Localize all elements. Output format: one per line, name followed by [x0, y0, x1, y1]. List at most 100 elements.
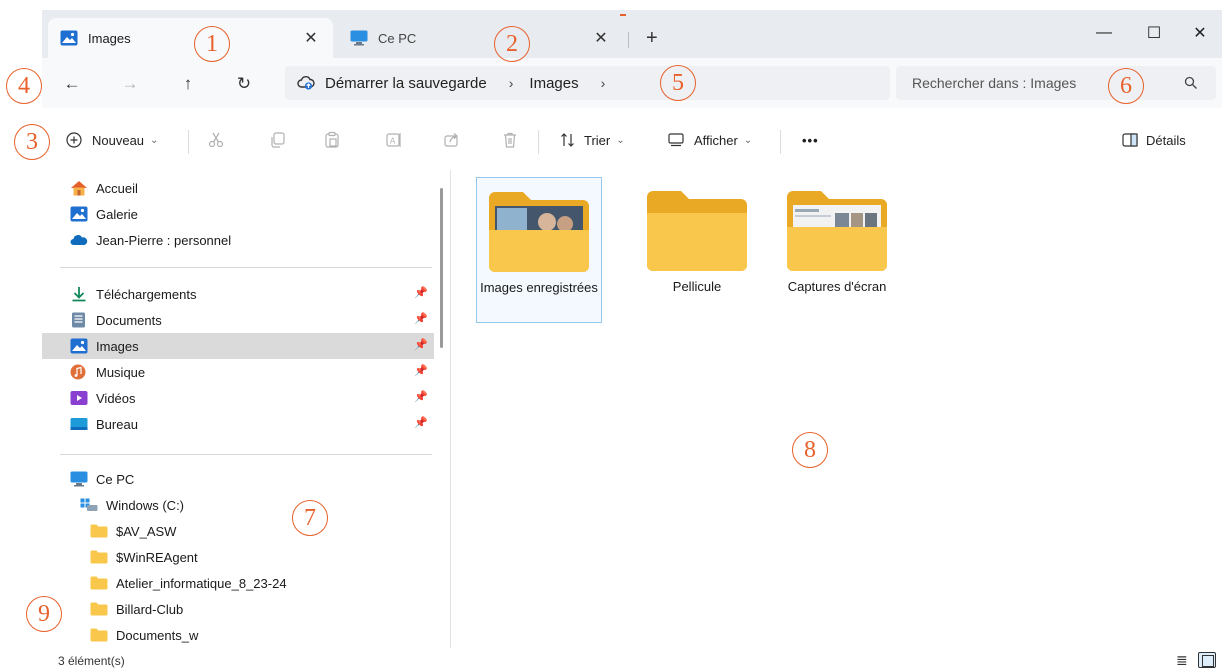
sidebar-item-videos[interactable]: Vidéos 📌: [42, 385, 434, 411]
rename-icon[interactable]: A: [384, 130, 404, 150]
home-icon: [70, 180, 88, 196]
new-button[interactable]: Nouveau ⌄: [66, 128, 158, 152]
monitor-icon: [70, 471, 88, 487]
sidebar-item-this-pc[interactable]: Ce PC: [42, 466, 434, 492]
delete-icon[interactable]: [500, 130, 520, 150]
status-bar: 3 élément(s) ≣: [42, 652, 1222, 670]
annotation-8: 8: [792, 432, 828, 468]
breadcrumb-chevron-icon[interactable]: ›: [509, 75, 514, 91]
folder-pellicule[interactable]: Pellicule: [634, 177, 760, 323]
folder-label: Captures d'écran: [787, 279, 887, 294]
copy-icon[interactable]: [268, 130, 288, 150]
tab-separator: [628, 32, 629, 48]
tab-ce-pc-close-icon[interactable]: ✕: [591, 28, 611, 48]
sidebar-folder[interactable]: Documents_w: [42, 622, 434, 648]
sidebar-item-downloads[interactable]: Téléchargements 📌: [42, 281, 434, 307]
images-folder-icon: [70, 338, 88, 354]
sidebar-item-label: Images: [96, 338, 139, 354]
share-icon[interactable]: [442, 130, 462, 150]
videos-icon: [70, 390, 88, 406]
cloud-backup-icon: [297, 76, 315, 90]
pin-icon[interactable]: 📌: [414, 364, 428, 377]
new-tab-button[interactable]: +: [646, 28, 658, 48]
annotation-6: 6: [1108, 68, 1144, 104]
sidebar-item-desktop[interactable]: Bureau 📌: [42, 411, 434, 437]
sidebar-folder[interactable]: $AV_ASW: [42, 518, 434, 544]
maximize-button[interactable]: ☐: [1134, 20, 1174, 46]
pane-divider[interactable]: [450, 170, 451, 648]
sidebar-folder[interactable]: $WinREAgent: [42, 544, 434, 570]
tab-ce-pc-label: Ce PC: [378, 30, 417, 46]
pin-icon[interactable]: 📌: [414, 416, 428, 429]
sidebar-item-documents[interactable]: Documents 📌: [42, 307, 434, 333]
tab-images-close-icon[interactable]: ✕: [301, 28, 321, 48]
view-button-label: Afficher: [694, 132, 738, 148]
sidebar-item-images[interactable]: Images 📌: [42, 333, 434, 359]
tiles-view-icon[interactable]: [1198, 652, 1216, 668]
chevron-down-icon: ⌄: [150, 134, 159, 146]
minimize-button[interactable]: —: [1084, 20, 1124, 46]
sort-button[interactable]: Trier ⌄: [560, 128, 625, 152]
view-button[interactable]: Afficher ⌄: [668, 128, 752, 152]
folder-icon: [90, 601, 108, 617]
back-button[interactable]: ←: [60, 72, 84, 96]
close-window-button[interactable]: ✕: [1180, 20, 1220, 46]
refresh-button[interactable]: ↻: [232, 72, 256, 96]
sidebar-item-onedrive[interactable]: Jean-Pierre : personnel: [42, 227, 434, 253]
navigation-pane: Accueil Galerie Jean-Pierre : personnel …: [42, 170, 438, 648]
folder-label: Images enregistrées: [480, 280, 598, 295]
sidebar-item-home[interactable]: Accueil: [42, 175, 434, 201]
view-layout-icon: [668, 133, 684, 147]
music-icon: [70, 364, 88, 380]
up-button[interactable]: ↑: [176, 72, 200, 96]
search-icon[interactable]: [1184, 76, 1198, 90]
command-separator: [188, 130, 189, 154]
folder-icon: [647, 191, 747, 271]
pin-icon[interactable]: 📌: [414, 390, 428, 403]
forward-button[interactable]: →: [118, 72, 142, 96]
folder-with-photo-icon: [489, 192, 589, 272]
command-bar: Nouveau ⌄ A Trier ⌄ Afficher ⌄ ••• Détai…: [42, 116, 1222, 164]
paste-icon[interactable]: [322, 130, 342, 150]
breadcrumb[interactable]: Démarrer la sauvegarde › Images ›: [285, 66, 890, 100]
breadcrumb-chevron-icon[interactable]: ›: [601, 75, 606, 91]
folder-captures[interactable]: Captures d'écran: [774, 177, 900, 323]
search-box[interactable]: [896, 66, 1216, 100]
sidebar-folder[interactable]: Billard-Club: [42, 596, 434, 622]
tab-images[interactable]: Images ✕: [48, 18, 333, 58]
folder-images-enregistrees[interactable]: Images enregistrées: [476, 177, 602, 323]
download-icon: [70, 286, 88, 302]
sidebar-item-music[interactable]: Musique 📌: [42, 359, 434, 385]
sidebar-scrollbar[interactable]: [440, 188, 443, 348]
images-folder-icon: [60, 30, 78, 46]
pin-icon[interactable]: 📌: [414, 286, 428, 299]
content-area[interactable]: Images enregistrées Pellicule Captures d…: [452, 170, 1222, 648]
sidebar-folder[interactable]: Atelier_informatique_8_23-24: [42, 570, 434, 596]
sidebar-item-label: Billard-Club: [116, 601, 184, 617]
onedrive-cloud-icon: [70, 232, 88, 248]
sidebar-item-label: Ce PC: [96, 471, 135, 487]
tab-ce-pc[interactable]: Ce PC ✕: [338, 18, 623, 58]
breadcrumb-item-backup[interactable]: Démarrer la sauvegarde: [325, 75, 487, 92]
details-view-icon[interactable]: ≣: [1176, 652, 1188, 669]
drive-icon: [80, 497, 98, 513]
pin-icon[interactable]: 📌: [414, 312, 428, 325]
sidebar-divider: [60, 454, 432, 455]
desktop-icon: [70, 416, 88, 432]
folder-with-screenshots-icon: [787, 191, 887, 271]
sidebar-item-label: Atelier_informatique_8_23-24: [116, 575, 287, 591]
sidebar-item-gallery[interactable]: Galerie: [42, 201, 434, 227]
pin-icon[interactable]: 📌: [414, 338, 428, 351]
more-options-button[interactable]: •••: [802, 128, 819, 152]
cut-icon[interactable]: [206, 130, 226, 150]
chevron-down-icon: ⌄: [743, 134, 753, 146]
sort-button-label: Trier: [584, 132, 611, 148]
sidebar-item-drive-c[interactable]: Windows (C:): [42, 492, 434, 518]
annotation-5: 5: [660, 65, 696, 101]
sort-arrows-icon: [561, 133, 574, 147]
breadcrumb-item-images[interactable]: Images: [529, 75, 578, 92]
folder-label: Pellicule: [672, 279, 722, 294]
details-button[interactable]: Détails: [1122, 128, 1186, 152]
file-explorer-window: Images ✕ Ce PC ✕ + — ☐ ✕ ← → ↑ ↻ Démarre…: [42, 10, 1222, 670]
sidebar-item-label: Musique: [96, 364, 146, 380]
